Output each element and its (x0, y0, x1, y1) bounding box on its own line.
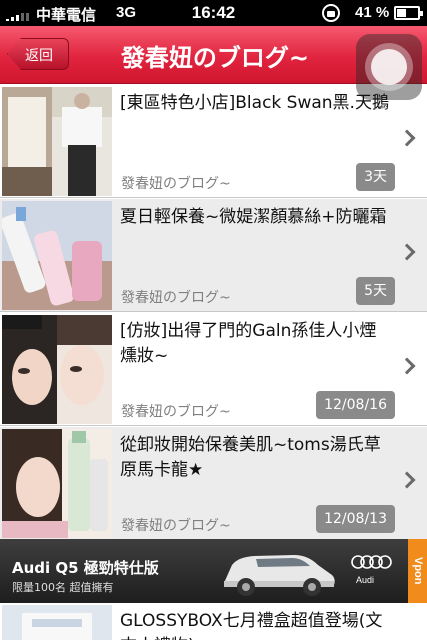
battery-icon (394, 6, 423, 20)
post-row[interactable]: [仿妝]出得了門的Galn孫佳人小煙燻妝~ 發春妞のブログ~ 12/08/16 (0, 313, 427, 426)
post-author: 發春妞のブログ~ (121, 176, 231, 192)
post-title: [仿妝]出得了門的Galn孫佳人小煙燻妝~ (120, 321, 377, 366)
post-date-badge: 12/08/13 (316, 505, 395, 533)
navigation-bar: 返回 發春妞のブログ~ (0, 26, 427, 100)
post-title: 從卸妝開始保養美肌~toms湯氏草原馬卡龍★ (120, 435, 381, 480)
audi-rings-logo (351, 555, 392, 569)
post-author: 發春妞のブログ~ (121, 518, 231, 534)
chevron-right-icon (398, 129, 416, 147)
post-row[interactable]: 夏日輕保養~微媞潔顏慕絲+防曬霜 發春妞のブログ~ 5天 (0, 199, 427, 312)
post-thumbnail (2, 315, 112, 424)
ad-network-tag: Vpon (408, 539, 427, 603)
chevron-right-icon (398, 471, 416, 489)
car-image (224, 555, 335, 596)
ad-subtitle: 限量100名 超值擁有 (12, 581, 114, 594)
post-thumbnail (2, 87, 112, 196)
back-button[interactable]: 返回 (7, 38, 69, 70)
status-bar: 中華電信 3G 16:42 41 % (0, 0, 427, 26)
ad-brand: Audi (356, 575, 375, 585)
post-date-badge: 3天 (356, 163, 395, 191)
post-row[interactable]: 從卸妝開始保養美肌~toms湯氏草原馬卡龍★ 發春妞のブログ~ 12/08/13 (0, 427, 427, 540)
post-thumbnail (2, 605, 112, 640)
chevron-right-icon (398, 243, 416, 261)
post-row[interactable]: GLOSSYBOX七月禮盒超值登場(文末小禮物)❤ (0, 603, 427, 640)
page-title: 發春妞のブログ~ (120, 44, 310, 72)
post-date-badge: 5天 (356, 277, 395, 305)
battery-percent: 41 % (355, 4, 390, 21)
assistive-touch-center (371, 49, 407, 85)
post-title: [東區特色小店]Black Swan黑.天鵝 (120, 93, 389, 113)
back-button-label: 返回 (25, 48, 53, 64)
post-thumbnail (2, 429, 112, 538)
post-author: 發春妞のブログ~ (121, 404, 231, 420)
ad-banner[interactable]: Audi Q5 極勁特仕版 限量100名 超值擁有 Audi Vpon (0, 539, 427, 603)
post-thumbnail (2, 201, 112, 310)
post-author: 發春妞のブログ~ (121, 290, 231, 306)
rotation-lock-icon (322, 4, 340, 22)
chevron-right-icon (398, 357, 416, 375)
post-title: 夏日輕保養~微媞潔顏慕絲+防曬霜 (120, 207, 387, 227)
post-title: GLOSSYBOX七月禮盒超值登場(文末小禮物)❤ (120, 611, 383, 640)
ad-title: Audi Q5 極勁特仕版 (12, 559, 159, 577)
post-row[interactable]: [東區特色小店]Black Swan黑.天鵝 發春妞のブログ~ 3天 (0, 85, 427, 198)
post-date-badge: 12/08/16 (316, 391, 395, 419)
